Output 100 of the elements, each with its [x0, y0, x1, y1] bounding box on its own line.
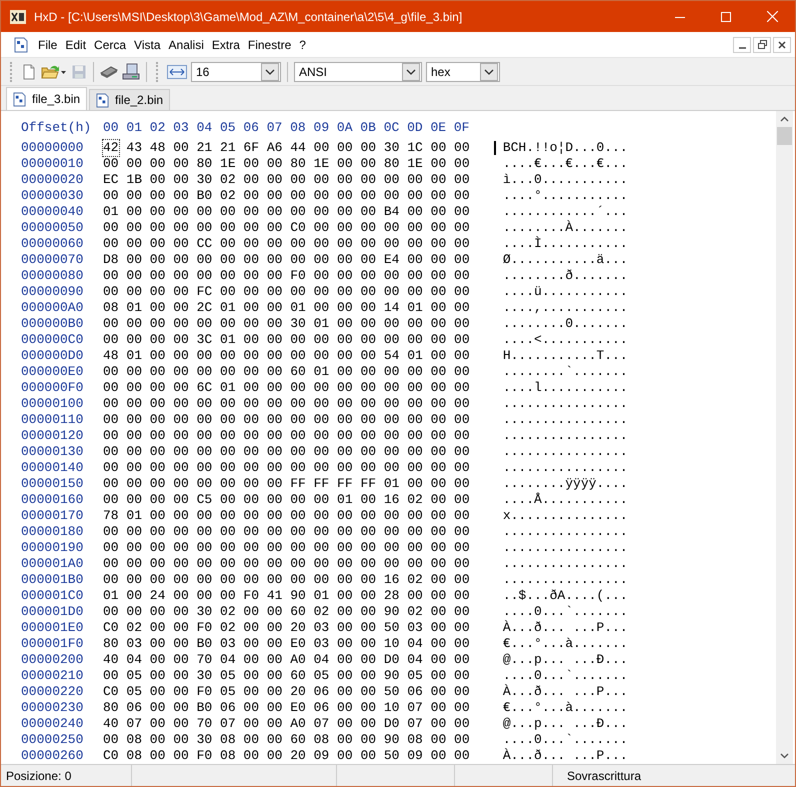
hex-bytes: 00 00 00 00 3C 01 00 00 00 00 00 00 00 00 00 00	[103, 332, 470, 348]
row-offset: 00000190	[21, 540, 84, 556]
ansi-text: ì...0...........	[502, 172, 628, 187]
close-icon	[766, 11, 778, 22]
row-offset: 00000150	[21, 476, 84, 492]
column-header: 04	[196, 120, 214, 136]
row-offset: 00000110	[21, 412, 84, 428]
row-offset: 00000050	[21, 220, 84, 236]
menu-item[interactable]: File	[34, 38, 62, 52]
menu-item[interactable]: ?	[295, 38, 310, 52]
row-offset: 00000060	[21, 236, 84, 252]
caret-icon	[261, 62, 279, 80]
cursor-byte[interactable]: 42	[103, 140, 119, 156]
row-offset: 00000160	[21, 492, 84, 508]
disk-drive-icon[interactable]	[122, 62, 140, 80]
ansi-text: €...°...à.......	[502, 636, 628, 651]
row-offset: 00000020	[21, 172, 84, 188]
ansi-text: ........ð.......	[502, 268, 628, 283]
child-minimize-button[interactable]	[733, 36, 751, 52]
ansi-text: ....€...€...€...	[502, 156, 628, 171]
minimize-icon	[738, 46, 746, 48]
offset-header: Offset(h)	[21, 120, 92, 136]
ansi-text: À...ð... ...P...	[502, 748, 628, 763]
hex-bytes: 01 00 24 00 00 00 F0 41 90 01 00 00 28 00 00 00	[103, 588, 470, 604]
hex-bytes: 00 00 00 00 00 00 00 00 00 00 00 00 00 00 00 00	[103, 396, 470, 412]
file-tab[interactable]: file_3.bin	[6, 87, 88, 110]
document-icon	[96, 92, 110, 108]
row-offset: 000001D0	[21, 604, 84, 620]
row-width-icon[interactable]	[167, 64, 187, 80]
row-offset: 00000260	[21, 748, 84, 764]
ansi-text: x...............	[502, 508, 628, 523]
menu-item[interactable]: Cerca	[90, 38, 130, 52]
status-mode: Sovrascrittura	[567, 768, 642, 782]
hex-bytes: 08 01 00 00 2C 01 00 00 01 00 00 00 14 01 00 00	[103, 300, 470, 316]
row-offset: 000001B0	[21, 572, 84, 588]
row-offset: 000000A0	[21, 300, 84, 316]
hex-bytes: 00 00 00 00 FC 00 00 00 00 00 00 00 00 00 00 00	[103, 284, 470, 300]
column-header: 0E	[430, 120, 448, 136]
ansi-text: Ø...........ä...	[502, 252, 628, 267]
row-offset: 00000130	[21, 444, 84, 460]
row-offset: 00000170	[21, 508, 84, 524]
hex-bytes: 80 03 00 00 B0 03 00 00 E0 03 00 00 10 04 00 00	[103, 636, 470, 652]
hex-bytes: 00 00 00 00 00 00 00 00 00 00 00 00 00 00 00 00	[103, 540, 470, 556]
hex-bytes: 00 00 00 00 00 00 00 00 FF FF FF FF 01 00 00 00	[103, 476, 470, 492]
dropdown[interactable]: 16	[191, 62, 281, 82]
row-offset: 00000200	[21, 652, 84, 668]
scrollbar[interactable]	[776, 111, 793, 764]
dropdown[interactable]: ANSI	[294, 62, 422, 82]
row-offset: 000000B0	[21, 316, 84, 332]
dropdown[interactable]: hex	[426, 62, 500, 82]
child-restore-button[interactable]	[753, 36, 771, 52]
ansi-text: ....°...........	[502, 188, 628, 203]
row-offset: 000000D0	[21, 348, 84, 364]
child-close-button[interactable]	[773, 36, 791, 52]
document-icon[interactable]	[14, 36, 28, 52]
hex-bytes: 01 00 00 00 00 00 00 00 00 00 00 00 B4 00 00 00	[103, 204, 470, 220]
ansi-text: ................	[502, 428, 628, 443]
menu-item[interactable]: Finestre	[244, 38, 296, 52]
column-header: 0D	[407, 120, 424, 136]
hex-bytes: 48 01 00 00 00 00 00 00 00 00 00 00 54 01 00 00	[103, 348, 470, 364]
scroll-up-icon[interactable]	[780, 116, 789, 122]
hex-bytes: 00 00 00 00 6C 01 00 00 00 00 00 00 00 00 00 00	[103, 380, 470, 396]
menu-item[interactable]: Edit	[61, 38, 90, 52]
column-header: 03	[173, 120, 190, 136]
column-header: 0F	[454, 120, 470, 136]
row-offset: 000000E0	[21, 364, 84, 380]
ansi-text: ................	[502, 444, 628, 459]
maximize-icon	[721, 12, 731, 22]
hex-bytes: 00 00 00 00 00 00 00 00 00 00 00 00 00 00 00 00	[103, 412, 470, 428]
row-offset: 00000240	[21, 716, 84, 732]
menu-item[interactable]: Vista	[130, 38, 165, 52]
ansi-text: ................	[502, 540, 628, 555]
row-offset: 000001F0	[21, 636, 84, 652]
caret-icon	[480, 62, 498, 80]
menu-item[interactable]: Analisi	[164, 38, 208, 52]
menu-item[interactable]: Extra	[208, 38, 244, 52]
ansi-text: ....ü...........	[502, 284, 628, 299]
hex-bytes: 00 00 00 00 00 00 00 00 C0 00 00 00 00 00 00 00	[103, 220, 470, 236]
ansi-text: ........À.......	[502, 220, 628, 235]
new-file-icon[interactable]	[21, 62, 37, 80]
column-header: 09	[314, 120, 330, 136]
column-header: 00	[103, 120, 120, 136]
row-offset: 00000000	[21, 140, 84, 156]
ansi-text: ....Ì...........	[502, 236, 628, 251]
hex-bytes: 40 04 00 00 70 04 00 00 A0 04 00 00 D0 04 00 00	[103, 652, 470, 668]
scroll-down-icon[interactable]	[780, 753, 789, 759]
hex-bytes: 00 00 00 00 00 00 00 00 F0 00 00 00 00 00 00 00	[103, 268, 470, 284]
hex-bytes: 00 00 00 00 00 00 00 00 00 00 00 00 00 00 00 00	[103, 428, 470, 444]
hex-bytes: D8 00 00 00 00 00 00 00 00 00 00 00 E4 00 00 00	[103, 252, 470, 268]
restore-icon	[758, 40, 766, 49]
column-header: 05	[220, 120, 237, 136]
ansi-text: ................	[502, 412, 628, 427]
file-tab[interactable]: file_2.bin	[89, 89, 170, 110]
row-offset: 00000250	[21, 732, 84, 748]
scrollbar-thumb[interactable]	[777, 127, 792, 145]
column-header: 02	[150, 120, 166, 136]
row-offset: 000001E0	[21, 620, 84, 636]
ansi-text: ................	[502, 460, 628, 475]
row-offset: 000000F0	[21, 380, 84, 396]
row-offset: 00000230	[21, 700, 84, 716]
